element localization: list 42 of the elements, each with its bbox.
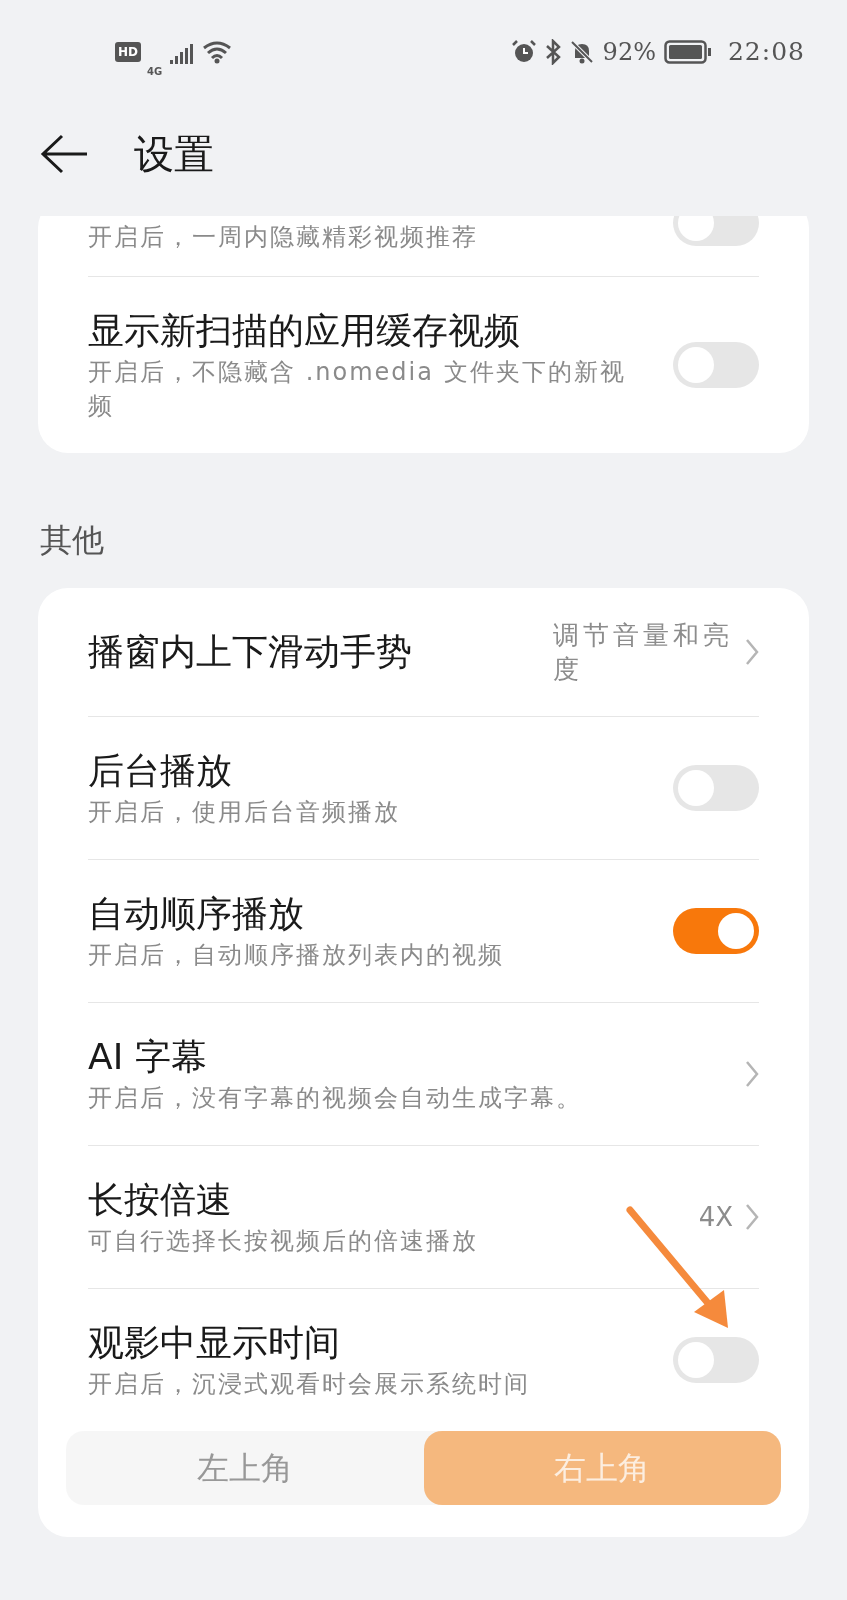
- bluetooth-icon: [544, 39, 561, 65]
- setting-title: 自动顺序播放: [88, 892, 305, 936]
- battery-percent: 92%: [602, 37, 656, 68]
- setting-row[interactable]: 观影中显示时间 开启后，沉浸式观看时会展示系统时间: [88, 1289, 759, 1431]
- setting-description: 开启后，自动顺序播放列表内的视频: [88, 940, 505, 971]
- setting-description: 开启后，一周内隐藏精彩视频推荐: [88, 222, 479, 253]
- alarm-icon: [510, 39, 537, 65]
- setting-description: 可自行选择长按视频后的倍速播放: [88, 1226, 479, 1257]
- battery-icon: [663, 40, 712, 64]
- setting-title: 长按倍速: [88, 1178, 233, 1222]
- clock-time: 22:08: [727, 36, 805, 69]
- setting-value: 调节音量和亮度: [553, 619, 733, 686]
- setting-title: 播窗内上下滑动手势: [88, 630, 413, 674]
- setting-title: 观影中显示时间: [88, 1321, 341, 1365]
- toggle-switch[interactable]: [673, 765, 759, 811]
- setting-description: 开启后，不隐藏含 .nomedia 文件夹下的新视频: [88, 357, 627, 422]
- setting-row[interactable]: 自动顺序播放 开启后，自动顺序播放列表内的视频: [88, 860, 759, 1003]
- setting-row[interactable]: 后台播放 开启后，使用后台音频播放: [88, 717, 759, 860]
- toggle-switch[interactable]: [673, 342, 759, 388]
- setting-title: 显示新扫描的应用缓存视频: [88, 309, 521, 353]
- setting-row[interactable]: 播窗内上下滑动手势 调节音量和亮度: [88, 588, 759, 717]
- section-title: 其他: [40, 520, 105, 561]
- hd-badge: HD: [115, 42, 141, 62]
- setting-title: AI 字幕: [88, 1035, 208, 1079]
- toggle-switch[interactable]: [673, 908, 759, 954]
- page-title: 设置: [134, 130, 214, 179]
- setting-row[interactable]: 显示新扫描的应用缓存视频 开启后，不隐藏含 .nomedia 文件夹下的新视频: [88, 277, 759, 453]
- setting-row[interactable]: AI 字幕 开启后，没有字幕的视频会自动生成字幕。: [88, 1003, 759, 1146]
- setting-row[interactable]: 长按倍速 可自行选择长按视频后的倍速播放 4X: [88, 1146, 759, 1289]
- setting-value: 4X: [698, 1201, 733, 1234]
- chevron-right-icon: [745, 638, 759, 666]
- setting-description: 开启后，使用后台音频播放: [88, 797, 401, 828]
- setting-description: 开启后，沉浸式观看时会展示系统时间: [88, 1369, 531, 1400]
- setting-title: 后台播放: [88, 749, 233, 793]
- toggle-switch[interactable]: [673, 1337, 759, 1383]
- wifi-icon: [202, 40, 233, 64]
- back-arrow-icon[interactable]: [40, 134, 88, 174]
- chevron-right-icon: [745, 1203, 759, 1231]
- network-label: 4G: [147, 67, 163, 77]
- muted-bell-icon: [568, 39, 595, 65]
- setting-description: 开启后，没有字幕的视频会自动生成字幕。: [88, 1083, 583, 1114]
- chevron-right-icon: [745, 1060, 759, 1088]
